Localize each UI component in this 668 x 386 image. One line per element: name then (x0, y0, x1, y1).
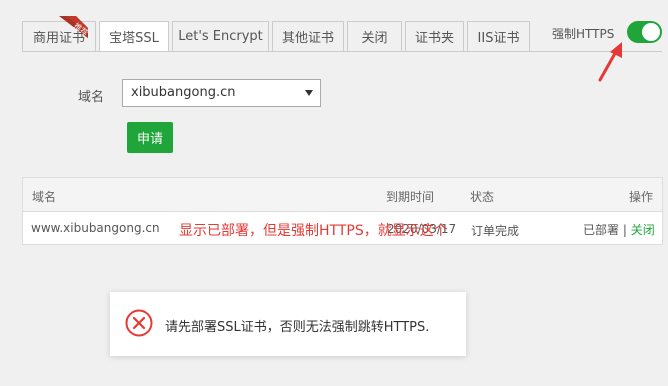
close-link[interactable]: 关闭 (631, 223, 655, 237)
tab-label: 关闭 (361, 31, 388, 46)
table-header: 域名 到期时间 状态 操作 (23, 178, 662, 212)
col-status: 状态 (470, 190, 495, 204)
ssl-tabs: 商用证书 宝塔SSL Let's Encrypt 其他证书 关闭 证书夹 IIS… (22, 21, 533, 52)
error-x-icon (125, 309, 153, 337)
caret-down-icon (305, 90, 313, 96)
tab-label: 证书夹 (414, 31, 454, 46)
apply-button[interactable]: 申请 (127, 122, 173, 153)
tabs-divider (22, 51, 662, 52)
col-domain: 域名 (32, 190, 57, 204)
tab-label: Let's Encrypt (178, 29, 263, 44)
error-message-text: 请先部署SSL证书，否则无法强制跳转HTTPS. (165, 320, 430, 335)
row-status: 订单完成 (471, 224, 520, 238)
domain-label: 域名 (78, 90, 105, 105)
tab-cert-folder[interactable]: 证书夹 (405, 21, 464, 52)
tab-bt-ssl[interactable]: 宝塔SSL (99, 21, 169, 52)
force-https-toggle[interactable] (627, 21, 662, 43)
tab-close[interactable]: 关闭 (347, 21, 402, 52)
tab-iis-cert[interactable]: IIS证书 (467, 21, 530, 52)
row-ops: 已部署 | 关闭 (583, 221, 655, 238)
toggle-knob (642, 23, 660, 41)
op-separator: | (622, 223, 627, 237)
tab-other-cert[interactable]: 其他证书 (272, 21, 344, 52)
col-expire: 到期时间 (386, 190, 435, 204)
tab-label: 宝塔SSL (109, 31, 159, 46)
recommend-ribbon: 推荐 (59, 16, 91, 38)
tab-lets-encrypt[interactable]: Let's Encrypt (172, 21, 269, 52)
annotation-text: 显示已部署，但是强制HTTPS，就显示这个 (179, 223, 448, 239)
domain-select-value: xibubangong.cn (131, 85, 236, 100)
annotation-arrow-icon (598, 42, 622, 82)
domain-select[interactable]: xibubangong.cn (122, 79, 321, 107)
error-message: 请先部署SSL证书，否则无法强制跳转HTTPS. (110, 292, 466, 356)
deployed-status: 已部署 (583, 223, 620, 237)
tab-label: 其他证书 (281, 31, 334, 46)
col-op: 操作 (629, 190, 654, 204)
row-domain: www.xibubangong.cn (31, 221, 160, 235)
tab-label: IIS证书 (477, 31, 520, 46)
